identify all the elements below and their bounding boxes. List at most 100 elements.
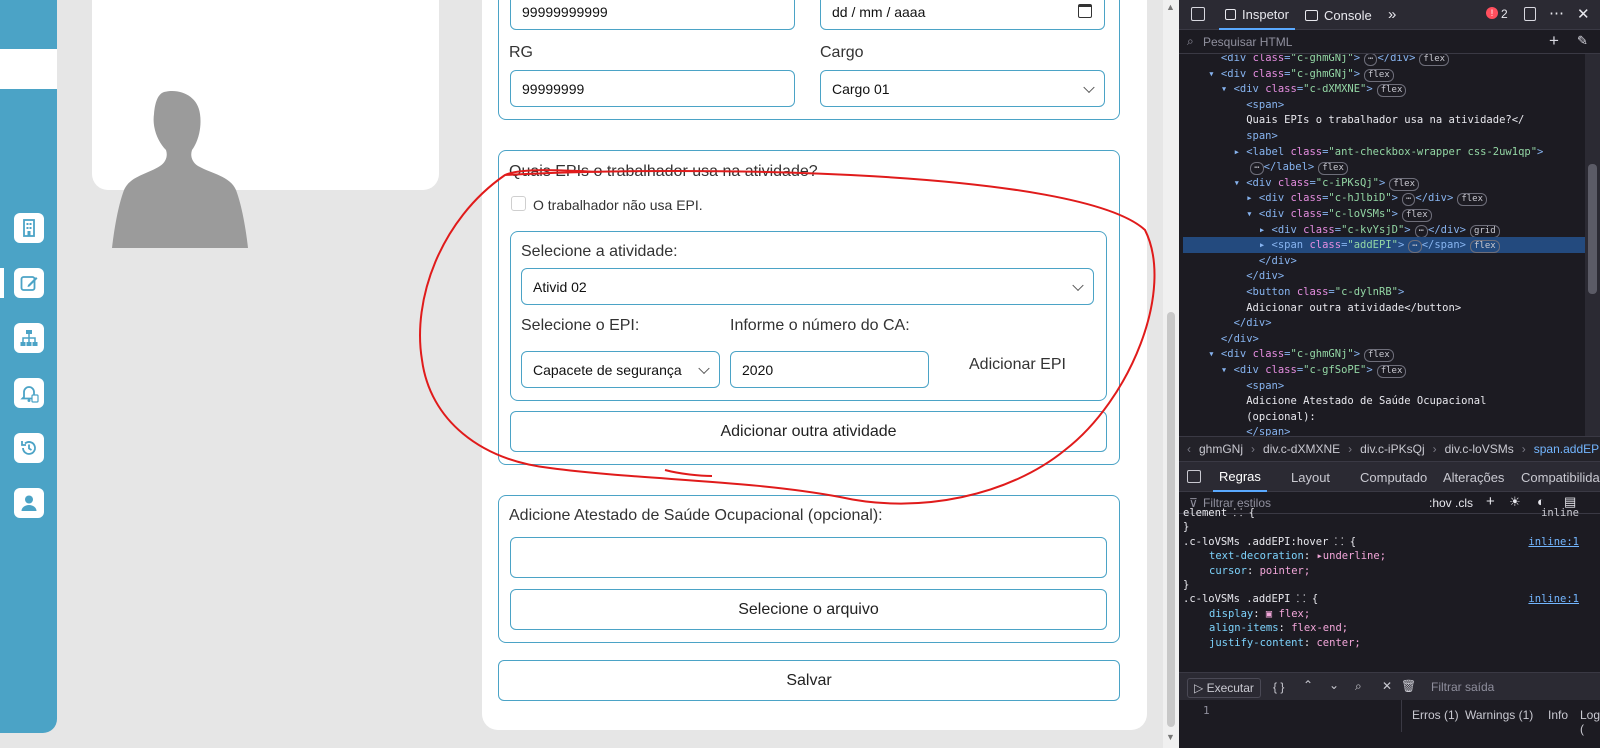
html-search-bar[interactable]: ⌕ Pesquisar HTML + ✎	[1179, 30, 1600, 54]
date-input[interactable]: dd / mm / aaaa	[820, 0, 1105, 30]
error-count[interactable]: 2	[1501, 7, 1508, 21]
dom-tree-scrollbar-thumb[interactable]	[1588, 164, 1597, 294]
dom-node-line[interactable]: ▾ <div class="c-dXMXNE"> flex	[1183, 81, 1407, 98]
eyedropper-icon[interactable]: ✎	[1577, 33, 1588, 49]
dom-node-line[interactable]: </div>	[1183, 315, 1272, 331]
cargo-select[interactable]: Cargo 01	[820, 70, 1105, 107]
dom-node-line[interactable]: ▸ <span class="addEPI"> ⋯ </span> flex	[1183, 237, 1585, 254]
element-picker-icon[interactable]	[1191, 7, 1205, 21]
add-epi-link[interactable]: Adicionar EPI	[969, 356, 1066, 374]
dom-node-line[interactable]: </span>	[1183, 424, 1290, 436]
run-button[interactable]: ▷ Executar	[1187, 678, 1261, 698]
dom-node-line[interactable]: ▾ <div class="c-ghmGNj"> flex	[1183, 346, 1394, 363]
inspect-zoom-icon[interactable]: ⌕	[1355, 679, 1362, 694]
certificate-input[interactable]	[510, 537, 1107, 578]
scroll-up-arrow-icon[interactable]: ▲	[1166, 2, 1175, 12]
dom-node-line[interactable]: <button class="c-dylnRB">	[1183, 284, 1404, 300]
select-file-button[interactable]: Selecione o arquivo	[510, 589, 1107, 630]
css-source-link[interactable]: inline	[1541, 506, 1579, 521]
tab-computed[interactable]: Computado	[1360, 462, 1427, 492]
save-button[interactable]: Salvar	[498, 660, 1120, 701]
rg-input[interactable]: 99999999	[510, 70, 795, 107]
tab-changes[interactable]: Alterações	[1443, 462, 1504, 492]
filter-errors[interactable]: Erros (1)	[1412, 708, 1459, 722]
history-up-icon[interactable]: ⌃	[1303, 678, 1313, 692]
dom-node-line[interactable]: ▾ <div class="c-ghmGNj"> flex	[1183, 66, 1394, 82]
edit-icon[interactable]	[14, 268, 44, 298]
dom-node-line[interactable]: ▾ <div class="c-loVSMs"> flex	[1183, 206, 1432, 222]
breadcrumb-item[interactable]: div.c-dXMXNE	[1263, 442, 1340, 456]
bell-icon[interactable]	[14, 378, 44, 408]
calendar-icon[interactable]	[1078, 4, 1092, 18]
tab-inspector[interactable]: Inspetor	[1219, 0, 1295, 30]
breadcrumb-item[interactable]: ghmGNj	[1199, 442, 1243, 456]
dom-node-line[interactable]: Quais EPIs o trabalhador usa na atividad…	[1183, 112, 1524, 128]
more-tabs-icon[interactable]: »	[1388, 6, 1396, 23]
breadcrumb-item[interactable]: div.c-loVSMs	[1445, 442, 1514, 456]
dom-node-line[interactable]: span>	[1183, 128, 1278, 144]
page-scrollbar[interactable]: ▲ ▼	[1163, 0, 1179, 748]
dom-node-line[interactable]: ▸ <div class="c-kvYsjD"> ⋯ </div> grid	[1183, 222, 1500, 238]
dom-node-line[interactable]: <span>	[1183, 378, 1284, 394]
dom-tree[interactable]: <div class="c-ghmGNj"> ⋯ </div> flex ▾ <div…	[1179, 54, 1585, 436]
org-chart-icon[interactable]	[14, 323, 44, 353]
dom-node-line[interactable]: <span>	[1183, 97, 1284, 113]
sidebar-toggle-icon[interactable]	[1187, 470, 1201, 483]
dom-node-line[interactable]: Adicione Atestado de Saúde Ocupacional	[1183, 393, 1486, 409]
css-rule-line[interactable]: display: ▣ flex;	[1179, 607, 1585, 622]
dom-node-line[interactable]: Adicionar outra atividade</button>	[1183, 300, 1461, 316]
css-source-link[interactable]: inline:1	[1528, 592, 1579, 607]
dom-node-line[interactable]: ▾ <div class="c-gfSoPE"> flex	[1183, 362, 1407, 378]
css-rule-line[interactable]: text-decoration: ▸underline;	[1179, 549, 1585, 564]
dom-node-line[interactable]: ▾ <div class="c-iPKsQj"> flex	[1183, 175, 1420, 191]
dom-tree-scrollbar[interactable]	[1585, 54, 1600, 436]
dom-node-line[interactable]: </div>	[1183, 331, 1259, 347]
phone-input[interactable]: 99999999999	[510, 0, 795, 30]
css-rule-line[interactable]: }	[1179, 578, 1585, 593]
filter-warnings[interactable]: Warnings (1)	[1465, 708, 1533, 722]
css-rule-line[interactable]: }	[1179, 520, 1585, 535]
trash-icon[interactable]: 🗑	[1401, 679, 1416, 693]
activity-select[interactable]: Ativid 02	[521, 268, 1094, 305]
dom-node-line[interactable]: (opcional):	[1183, 409, 1316, 425]
css-rule-line[interactable]: element ⸬ {inline	[1179, 506, 1585, 521]
filter-info[interactable]: Info	[1548, 708, 1568, 722]
output-filter-placeholder[interactable]: Filtrar saída	[1431, 680, 1494, 694]
scroll-down-arrow-icon[interactable]: ▼	[1166, 732, 1175, 742]
dom-node-line[interactable]: </div>	[1183, 253, 1297, 269]
dom-node-line[interactable]: ⋯ </label> flex	[1183, 159, 1348, 176]
history-down-icon[interactable]: ⌄	[1329, 678, 1339, 692]
ca-input[interactable]: 2020	[730, 351, 929, 388]
error-icon[interactable]: !	[1486, 7, 1498, 19]
dom-node-line[interactable]: <div class="c-ghmGNj"> ⋯ </div> flex	[1183, 54, 1450, 66]
dom-node-line[interactable]: ▸ <label class="ant-checkbox-wrapper css…	[1183, 144, 1544, 160]
tab-console[interactable]: Console	[1305, 0, 1372, 30]
add-node-icon[interactable]: +	[1549, 31, 1559, 51]
dom-node-line[interactable]: </div>	[1183, 268, 1284, 284]
dom-node-line[interactable]: ▸ <div class="c-hJlbiD"> ⋯ </div> flex	[1183, 190, 1488, 207]
breadcrumb-item[interactable]: span.addEPI	[1534, 442, 1600, 456]
no-epi-checkbox[interactable]	[511, 196, 526, 211]
tab-rules[interactable]: Regras	[1213, 462, 1267, 492]
dock-icon[interactable]	[1524, 7, 1536, 21]
css-source-link[interactable]: inline:1	[1528, 535, 1579, 550]
page-scrollbar-thumb[interactable]	[1167, 312, 1175, 727]
dom-breadcrumb[interactable]: ‹ ghmGNj › div.c-dXMXNE › div.c-iPKsQj › div.c-…	[1179, 436, 1600, 462]
css-rule-line[interactable]: .c-loVSMs .addEPI:hover ⸬ {inline:1	[1179, 535, 1585, 550]
filter-logs[interactable]: Logs (	[1580, 708, 1600, 736]
user-icon[interactable]	[14, 488, 44, 518]
history-icon[interactable]	[14, 433, 44, 463]
css-rule-line[interactable]: justify-content: center;	[1179, 636, 1585, 651]
tab-layout[interactable]: Layout	[1291, 462, 1330, 492]
css-rule-line[interactable]: align-items: flex-end;	[1179, 621, 1585, 636]
epi-select[interactable]: Capacete de segurança	[521, 351, 720, 388]
clear-input-icon[interactable]: ✕	[1382, 679, 1392, 693]
close-icon[interactable]: ✕	[1577, 5, 1590, 23]
building-icon[interactable]	[14, 213, 44, 243]
add-activity-button[interactable]: Adicionar outra atividade	[510, 411, 1107, 452]
more-options-icon[interactable]: ⋯	[1549, 4, 1564, 22]
css-rule-line[interactable]: .c-loVSMs .addEPI ⸬ {inline:1	[1179, 592, 1585, 607]
breadcrumb-item[interactable]: div.c-iPKsQj	[1360, 442, 1424, 456]
tab-compatibility[interactable]: Compatibilidade	[1521, 462, 1600, 492]
braces-icon[interactable]: { }	[1273, 680, 1284, 694]
